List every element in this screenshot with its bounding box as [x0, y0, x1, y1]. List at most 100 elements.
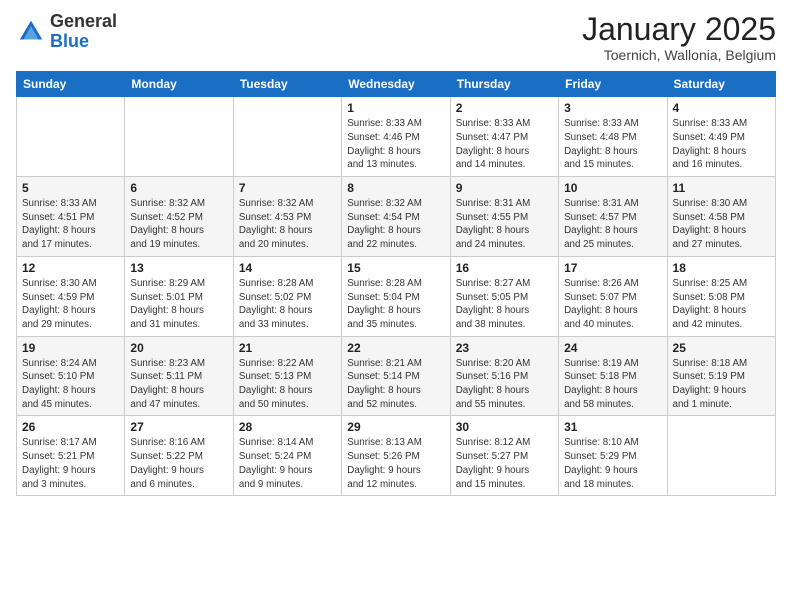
page: General Blue January 2025 Toernich, Wall… [0, 0, 792, 612]
logo-icon [16, 17, 46, 47]
day-info: Sunrise: 8:31 AM Sunset: 4:57 PM Dayligh… [564, 197, 661, 252]
month-title: January 2025 [582, 12, 776, 47]
day-info: Sunrise: 8:12 AM Sunset: 5:27 PM Dayligh… [456, 436, 553, 491]
day-info: Sunrise: 8:16 AM Sunset: 5:22 PM Dayligh… [130, 436, 227, 491]
calendar-cell: 16Sunrise: 8:27 AM Sunset: 5:05 PM Dayli… [450, 256, 558, 336]
day-number: 8 [347, 181, 444, 195]
header: General Blue January 2025 Toernich, Wall… [16, 12, 776, 63]
calendar-cell: 10 Sunrise: 8:31 AM Sunset: 4:57 PM Dayli… [559, 177, 667, 257]
calendar-cell: 9 Sunrise: 8:31 AM Sunset: 4:55 PM Daylig… [450, 177, 558, 257]
day-info: Sunrise: 8:29 AM Sunset: 5:01 PM Dayligh… [130, 277, 227, 332]
calendar-cell: 12 Sunrise: 8:30 AM Sunset: 4:59 PM Dayli… [17, 256, 125, 336]
day-info: Sunrise: 8:28 AM Sunset: 5:02 PM Dayligh… [239, 277, 336, 332]
day-info: Sunrise: 8:21 AM Sunset: 5:14 PM Dayligh… [347, 357, 444, 412]
day-number: 5 [22, 181, 119, 195]
calendar-week-2: 5 Sunrise: 8:33 AM Sunset: 4:51 PM Daylig… [17, 177, 776, 257]
day-info: Sunrise: 8:23 AM Sunset: 5:11 PM Dayligh… [130, 357, 227, 412]
day-number: 27 [130, 420, 227, 434]
day-info: Sunrise: 8:33 AM Sunset: 4:48 PM Dayligh… [564, 117, 661, 172]
day-info: Sunrise: 8:33 AM Sunset: 4:46 PM Dayligh… [347, 117, 444, 172]
day-number: 18 [673, 261, 770, 275]
day-info: Sunrise: 8:20 AM Sunset: 5:16 PM Dayligh… [456, 357, 553, 412]
calendar-cell: 29 Sunrise: 8:13 AM Sunset: 5:26 PM Dayli… [342, 416, 450, 496]
calendar-cell: 1 Sunrise: 8:33 AM Sunset: 4:46 PM Daylig… [342, 97, 450, 177]
day-number: 10 [564, 181, 661, 195]
calendar-cell: 30Sunrise: 8:12 AM Sunset: 5:27 PM Dayli… [450, 416, 558, 496]
calendar-cell: 24Sunrise: 8:19 AM Sunset: 5:18 PM Dayli… [559, 336, 667, 416]
calendar-cell: 31 Sunrise: 8:10 AM Sunset: 5:29 PM Dayli… [559, 416, 667, 496]
day-info: Sunrise: 8:33 AM Sunset: 4:51 PM Dayligh… [22, 197, 119, 252]
col-sunday: Sunday [17, 72, 125, 97]
day-info: Sunrise: 8:17 AM Sunset: 5:21 PM Dayligh… [22, 436, 119, 491]
day-number: 7 [239, 181, 336, 195]
col-wednesday: Wednesday [342, 72, 450, 97]
day-info: Sunrise: 8:32 AM Sunset: 4:53 PM Dayligh… [239, 197, 336, 252]
calendar-cell: 19Sunrise: 8:24 AM Sunset: 5:10 PM Dayli… [17, 336, 125, 416]
day-number: 26 [22, 420, 119, 434]
day-number: 4 [673, 101, 770, 115]
day-info: Sunrise: 8:32 AM Sunset: 4:52 PM Dayligh… [130, 197, 227, 252]
day-number: 22 [347, 341, 444, 355]
day-info: Sunrise: 8:25 AM Sunset: 5:08 PM Dayligh… [673, 277, 770, 332]
calendar-cell: 15Sunrise: 8:28 AM Sunset: 5:04 PM Dayli… [342, 256, 450, 336]
day-number: 11 [673, 181, 770, 195]
day-info: Sunrise: 8:33 AM Sunset: 4:49 PM Dayligh… [673, 117, 770, 172]
col-saturday: Saturday [667, 72, 775, 97]
calendar-week-1: 1 Sunrise: 8:33 AM Sunset: 4:46 PM Daylig… [17, 97, 776, 177]
day-info: Sunrise: 8:32 AM Sunset: 4:54 PM Dayligh… [347, 197, 444, 252]
day-info: Sunrise: 8:31 AM Sunset: 4:55 PM Dayligh… [456, 197, 553, 252]
day-number: 28 [239, 420, 336, 434]
day-info: Sunrise: 8:22 AM Sunset: 5:13 PM Dayligh… [239, 357, 336, 412]
day-info: Sunrise: 8:30 AM Sunset: 4:59 PM Dayligh… [22, 277, 119, 332]
calendar-cell: 2 Sunrise: 8:33 AM Sunset: 4:47 PM Daylig… [450, 97, 558, 177]
day-number: 23 [456, 341, 553, 355]
logo-general: General [50, 12, 117, 32]
day-info: Sunrise: 8:10 AM Sunset: 5:29 PM Dayligh… [564, 436, 661, 491]
day-number: 9 [456, 181, 553, 195]
calendar-cell [667, 416, 775, 496]
day-info: Sunrise: 8:33 AM Sunset: 4:47 PM Dayligh… [456, 117, 553, 172]
day-info: Sunrise: 8:28 AM Sunset: 5:04 PM Dayligh… [347, 277, 444, 332]
day-info: Sunrise: 8:18 AM Sunset: 5:19 PM Dayligh… [673, 357, 770, 412]
day-number: 3 [564, 101, 661, 115]
logo-blue: Blue [50, 32, 117, 52]
day-info: Sunrise: 8:26 AM Sunset: 5:07 PM Dayligh… [564, 277, 661, 332]
day-info: Sunrise: 8:19 AM Sunset: 5:18 PM Dayligh… [564, 357, 661, 412]
calendar-week-5: 26 Sunrise: 8:17 AM Sunset: 5:21 PM Dayli… [17, 416, 776, 496]
col-tuesday: Tuesday [233, 72, 341, 97]
day-number: 19 [22, 341, 119, 355]
location: Toernich, Wallonia, Belgium [582, 47, 776, 63]
calendar-cell: 22 Sunrise: 8:21 AM Sunset: 5:14 PM Dayli… [342, 336, 450, 416]
header-row: Sunday Monday Tuesday Wednesday Thursday… [17, 72, 776, 97]
calendar-cell: 5 Sunrise: 8:33 AM Sunset: 4:51 PM Daylig… [17, 177, 125, 257]
calendar-week-3: 12 Sunrise: 8:30 AM Sunset: 4:59 PM Dayli… [17, 256, 776, 336]
calendar-cell [125, 97, 233, 177]
calendar: Sunday Monday Tuesday Wednesday Thursday… [16, 71, 776, 496]
calendar-cell: 3 Sunrise: 8:33 AM Sunset: 4:48 PM Daylig… [559, 97, 667, 177]
title-block: January 2025 Toernich, Wallonia, Belgium [582, 12, 776, 63]
calendar-cell: 26 Sunrise: 8:17 AM Sunset: 5:21 PM Dayli… [17, 416, 125, 496]
calendar-cell: 18 Sunrise: 8:25 AM Sunset: 5:08 PM Dayli… [667, 256, 775, 336]
day-info: Sunrise: 8:14 AM Sunset: 5:24 PM Dayligh… [239, 436, 336, 491]
day-number: 16 [456, 261, 553, 275]
calendar-cell [17, 97, 125, 177]
col-thursday: Thursday [450, 72, 558, 97]
day-number: 12 [22, 261, 119, 275]
day-number: 1 [347, 101, 444, 115]
logo: General Blue [16, 12, 117, 52]
day-number: 13 [130, 261, 227, 275]
calendar-week-4: 19Sunrise: 8:24 AM Sunset: 5:10 PM Dayli… [17, 336, 776, 416]
day-info: Sunrise: 8:13 AM Sunset: 5:26 PM Dayligh… [347, 436, 444, 491]
day-number: 14 [239, 261, 336, 275]
day-number: 31 [564, 420, 661, 434]
calendar-cell: 11 Sunrise: 8:30 AM Sunset: 4:58 PM Dayli… [667, 177, 775, 257]
calendar-cell [233, 97, 341, 177]
col-friday: Friday [559, 72, 667, 97]
logo-text: General Blue [50, 12, 117, 52]
day-number: 29 [347, 420, 444, 434]
calendar-cell: 25Sunrise: 8:18 AM Sunset: 5:19 PM Dayli… [667, 336, 775, 416]
day-number: 2 [456, 101, 553, 115]
calendar-cell: 27 Sunrise: 8:16 AM Sunset: 5:22 PM Dayli… [125, 416, 233, 496]
day-info: Sunrise: 8:30 AM Sunset: 4:58 PM Dayligh… [673, 197, 770, 252]
day-number: 6 [130, 181, 227, 195]
